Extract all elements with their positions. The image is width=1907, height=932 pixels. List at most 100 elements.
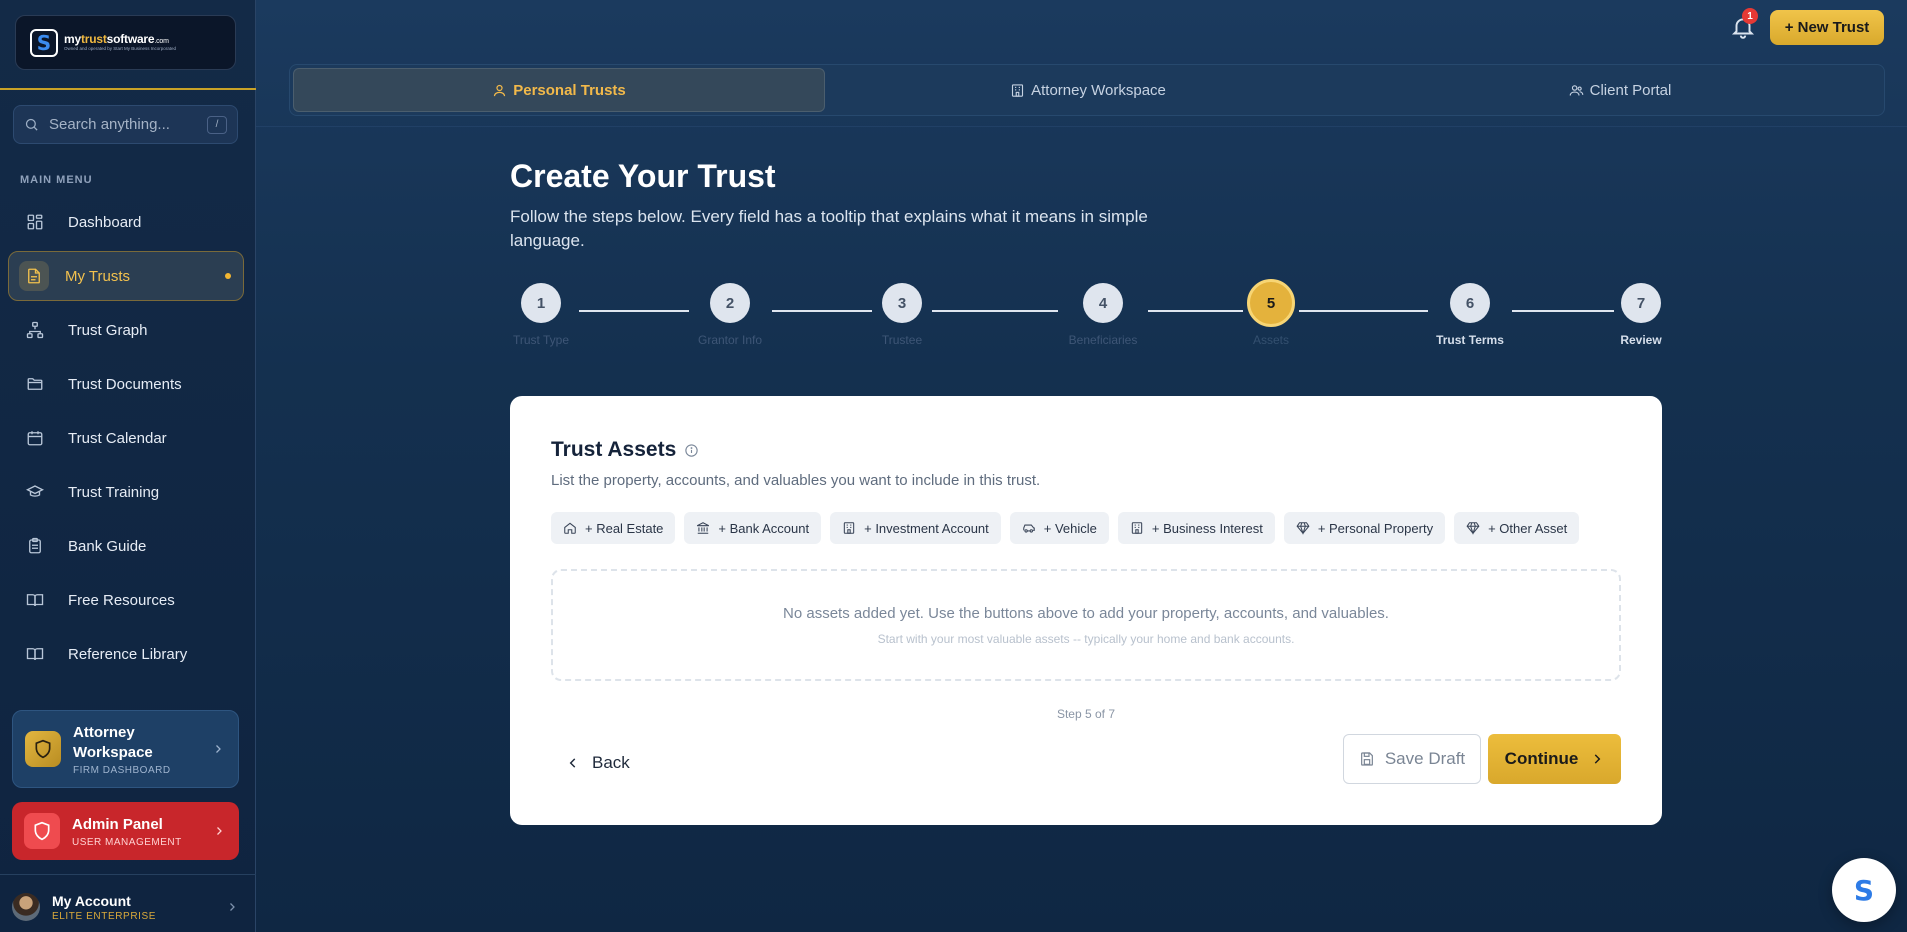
- active-indicator-dot: [225, 273, 231, 279]
- step-connector: [579, 310, 689, 312]
- page-subtitle: Follow the steps below. Every field has …: [510, 207, 1148, 250]
- step-3[interactable]: 3 Trustee: [880, 283, 924, 347]
- admin-panel-card[interactable]: Admin Panel USER MANAGEMENT: [12, 802, 239, 860]
- empty-state-message: No assets added yet. Use the buttons abo…: [783, 605, 1389, 622]
- step-number: 1: [521, 283, 561, 323]
- search-input[interactable]: [49, 116, 199, 133]
- search-icon: [25, 118, 38, 131]
- logo-wordmark: mytrustsoftware.com: [64, 32, 169, 47]
- admin-panel-subtitle: USER MANAGEMENT: [72, 836, 182, 848]
- account-tier: ELITE ENTERPRISE: [52, 910, 157, 922]
- add-personal-property-button[interactable]: + Personal Property: [1283, 512, 1446, 544]
- sidebar-item-label: Bank Guide: [68, 537, 147, 555]
- sidebar-item-label: Trust Graph: [68, 321, 148, 339]
- step-label: Review: [1620, 333, 1662, 347]
- step-4[interactable]: 4 Beneficiaries: [1065, 283, 1141, 347]
- step-label: Trustee: [881, 333, 923, 347]
- step-7[interactable]: 7 Review: [1620, 283, 1662, 347]
- avatar: [12, 893, 40, 921]
- add-investment-account-button[interactable]: + Investment Account: [830, 512, 1001, 544]
- topbar-divider: [256, 126, 1907, 127]
- sidebar-item-label: Dashboard: [68, 213, 142, 231]
- new-trust-button[interactable]: + New Trust: [1770, 10, 1884, 45]
- chevron-right-icon: [217, 827, 222, 835]
- gem-icon: [1296, 522, 1310, 535]
- step-6[interactable]: 6 Trust Terms: [1435, 283, 1505, 347]
- brand-logo[interactable]: S mytrustsoftware.com Owned and operated…: [15, 15, 236, 70]
- document-icon: [28, 268, 40, 284]
- sidebar-item-label: Trust Calendar: [68, 429, 167, 447]
- sidebar-divider: [0, 874, 256, 875]
- sidebar-item-trust-calendar[interactable]: Trust Calendar: [8, 413, 244, 463]
- main-menu-label: MAIN MENU: [20, 174, 93, 186]
- my-account-button[interactable]: My Account ELITE ENTERPRISE: [12, 888, 244, 926]
- grid-icon: [27, 214, 43, 230]
- step-connector: [1299, 310, 1428, 312]
- support-chat-button[interactable]: S: [1832, 858, 1896, 922]
- sidebar-item-label: Trust Documents: [68, 375, 182, 393]
- gem-icon: [1466, 522, 1480, 535]
- users-icon: [1569, 84, 1583, 96]
- building-icon: [1012, 83, 1024, 97]
- continue-button[interactable]: Continue: [1488, 734, 1621, 784]
- back-button[interactable]: Back: [566, 748, 630, 778]
- tab-client-portal[interactable]: Client Portal: [1354, 68, 1886, 112]
- add-business-interest-button[interactable]: + Business Interest: [1117, 512, 1275, 544]
- step-5[interactable]: 5 Assets: [1247, 279, 1295, 347]
- sidebar-item-label: Trust Training: [68, 483, 160, 501]
- attorney-workspace-subtitle: FIRM DASHBOARD: [73, 764, 171, 776]
- step-connector: [1512, 310, 1614, 312]
- add-other-asset-button[interactable]: + Other Asset: [1454, 512, 1580, 544]
- tab-attorney-workspace[interactable]: Attorney Workspace: [822, 68, 1354, 112]
- logo-mark: S: [30, 28, 58, 57]
- logo-mark: S: [1853, 873, 1875, 907]
- step-connector: [932, 310, 1058, 312]
- account-name: My Account: [52, 892, 131, 909]
- save-icon: [1360, 752, 1373, 766]
- sidebar-item-trust-training[interactable]: Trust Training: [8, 467, 244, 517]
- add-bank-account-button[interactable]: + Bank Account: [684, 512, 822, 544]
- step-number: 6: [1450, 283, 1490, 323]
- shield-icon: [35, 739, 51, 759]
- attorney-workspace-card[interactable]: Attorney Workspace FIRM DASHBOARD: [12, 710, 239, 788]
- step-number: 7: [1621, 283, 1661, 323]
- tab-personal-trusts[interactable]: Personal Trusts: [293, 68, 825, 112]
- user-icon: [494, 84, 506, 96]
- sidebar-item-dashboard[interactable]: Dashboard: [8, 197, 244, 247]
- sidebar-item-free-resources[interactable]: Free Resources: [8, 575, 244, 625]
- add-vehicle-button[interactable]: + Vehicle: [1009, 512, 1109, 544]
- step-label: Beneficiaries: [1068, 333, 1138, 347]
- tab-label: Client Portal: [1589, 81, 1672, 99]
- sidebar-item-my-trusts[interactable]: My Trusts: [8, 251, 244, 301]
- empty-state-hint: Start with your most valuable assets -- …: [877, 632, 1295, 646]
- add-real-estate-button[interactable]: + Real Estate: [551, 512, 676, 544]
- sidebar-item-trust-documents[interactable]: Trust Documents: [8, 359, 244, 409]
- step-2[interactable]: 2 Grantor Info: [695, 283, 765, 347]
- tab-label: Attorney Workspace: [1031, 81, 1166, 99]
- book-icon: [26, 594, 44, 607]
- logo-tagline: Owned and operated by Start My Business …: [64, 46, 177, 52]
- chevron-right-icon: [230, 903, 235, 911]
- sidebar-item-reference-library[interactable]: Reference Library: [8, 629, 244, 679]
- tab-label: Personal Trusts: [513, 81, 626, 99]
- info-icon[interactable]: [684, 443, 699, 458]
- page-title: Create Your Trust: [510, 158, 776, 194]
- step-1[interactable]: 1 Trust Type: [510, 283, 572, 347]
- assets-empty-state: No assets added yet. Use the buttons abo…: [551, 569, 1621, 681]
- chevron-right-icon: [216, 745, 221, 753]
- admin-panel-title: Admin Panel: [72, 815, 163, 833]
- calendar-icon: [27, 431, 43, 446]
- graduation-cap-icon: [26, 485, 44, 497]
- panel-subtitle: List the property, accounts, and valuabl…: [551, 472, 1041, 489]
- building-icon: [1131, 522, 1143, 534]
- sidebar-item-trust-graph[interactable]: Trust Graph: [8, 305, 244, 355]
- trust-assets-panel: Trust Assets List the property, accounts…: [510, 396, 1662, 825]
- step-label: Assets: [1252, 333, 1289, 347]
- sidebar-item-bank-guide[interactable]: Bank Guide: [8, 521, 244, 571]
- search-box[interactable]: /: [13, 105, 238, 144]
- brand-divider: [0, 88, 256, 90]
- panel-title: Trust Assets: [551, 438, 699, 462]
- sidebar: S mytrustsoftware.com Owned and operated…: [0, 0, 256, 932]
- step-number: 3: [882, 283, 922, 323]
- save-draft-button[interactable]: Save Draft: [1343, 734, 1481, 784]
